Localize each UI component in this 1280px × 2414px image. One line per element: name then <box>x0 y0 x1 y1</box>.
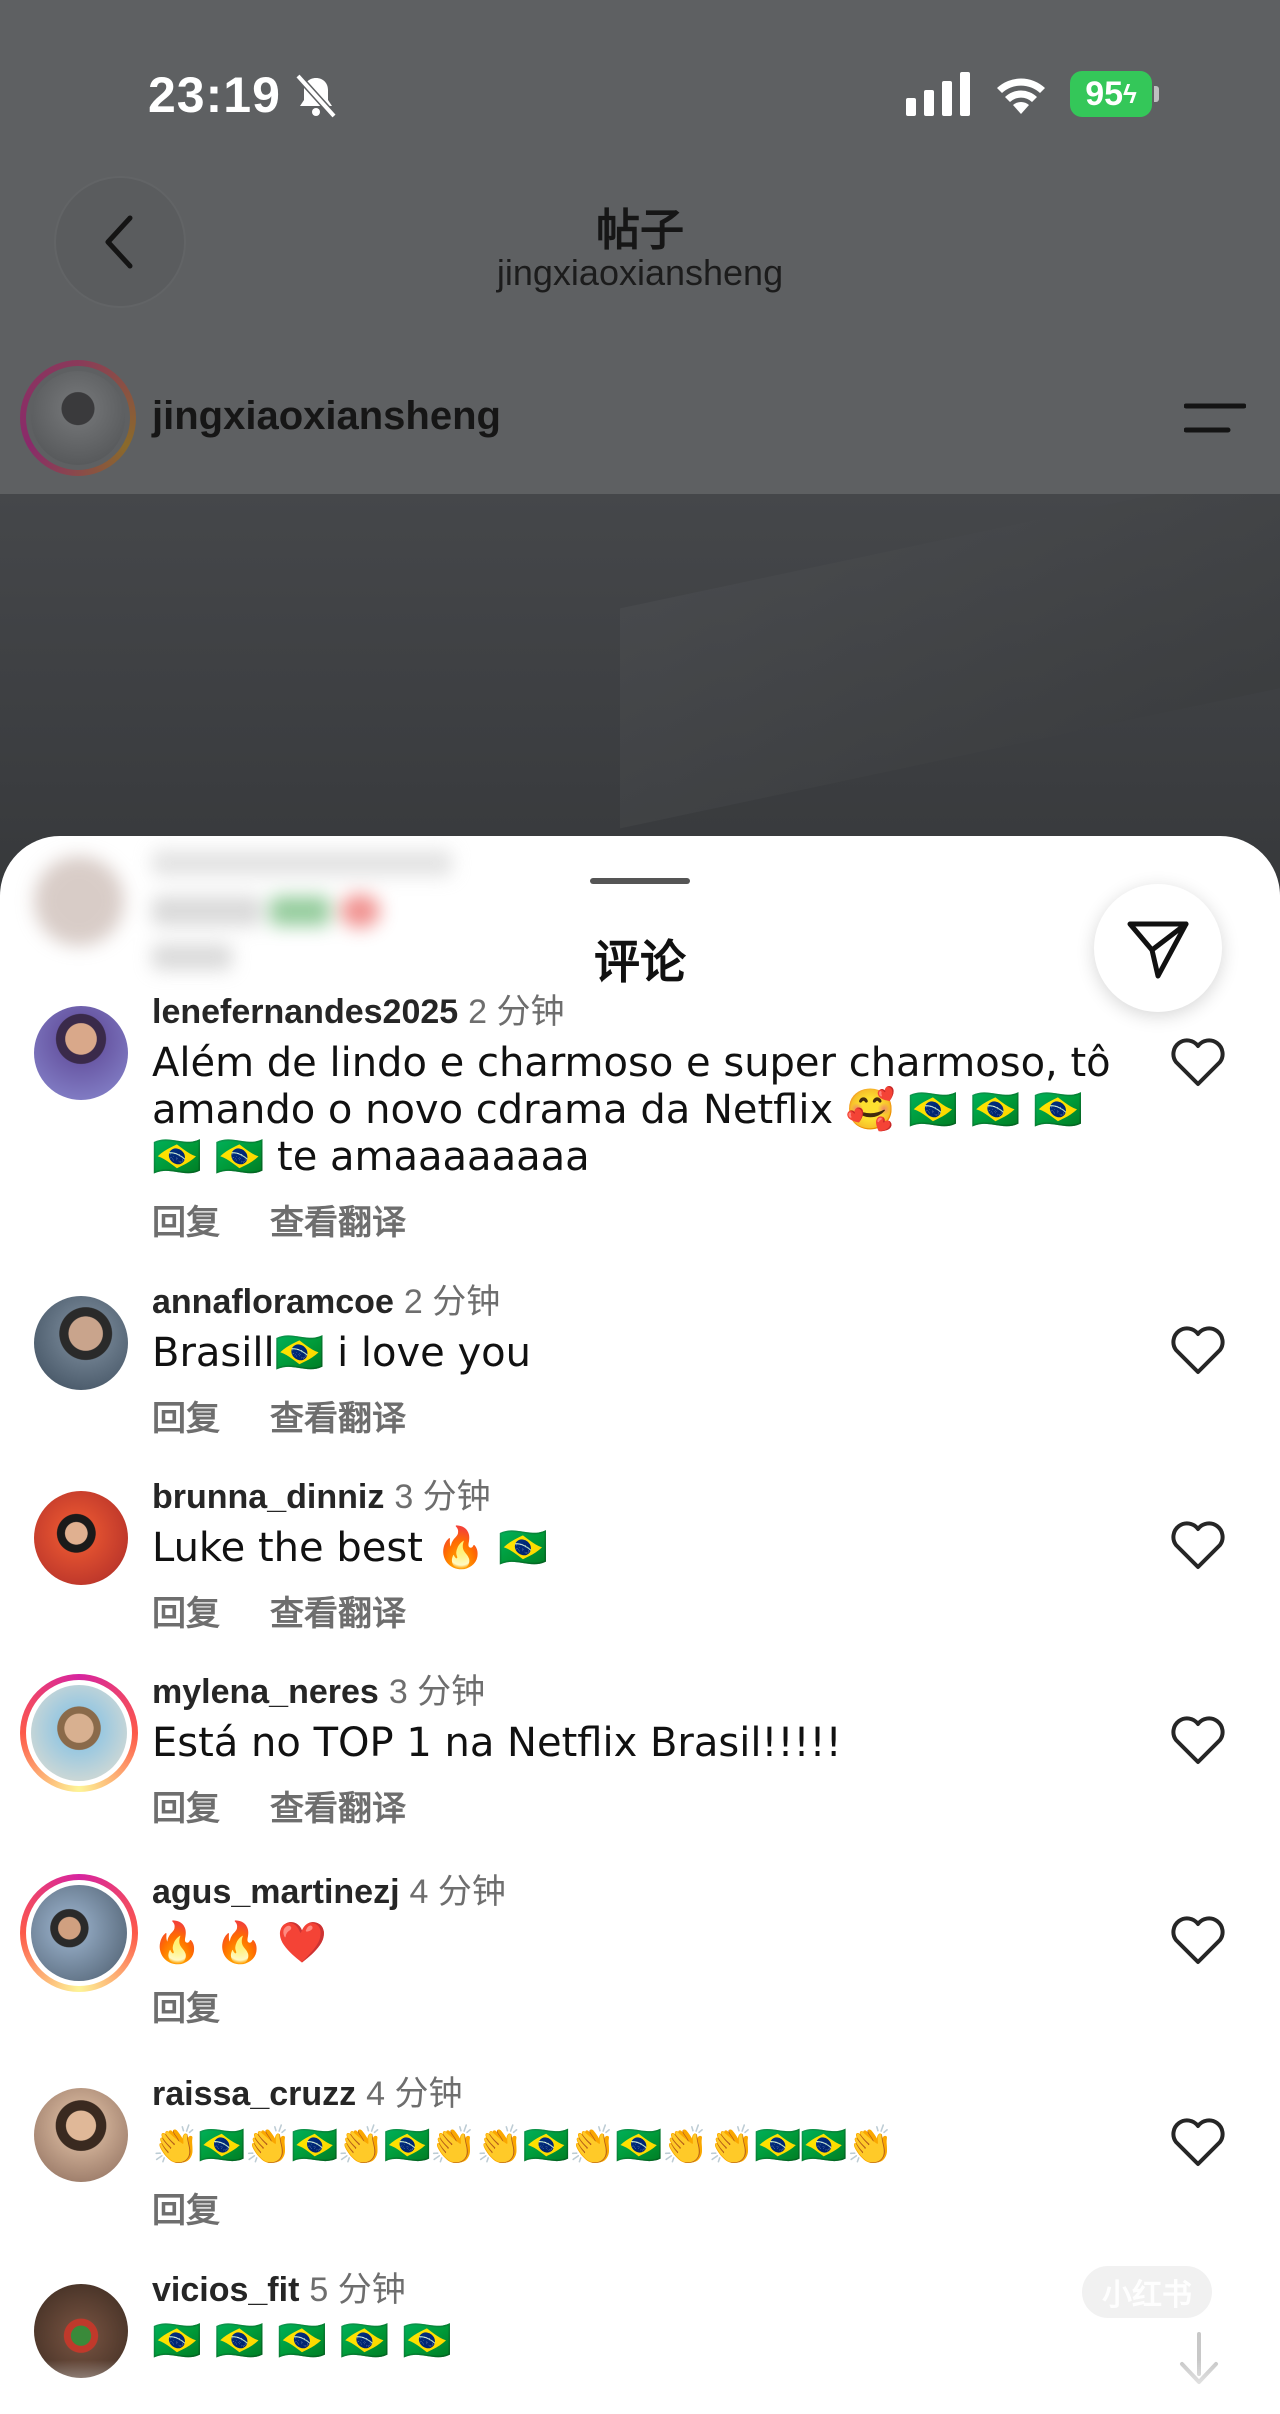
comment-text: Luke the best 🔥 🇧🇷 <box>152 1525 548 1571</box>
post-header: jingxiaoxiansheng <box>0 356 1280 476</box>
battery-level: 95 <box>1085 74 1124 113</box>
comment-username[interactable]: raissa_cruzz <box>152 2075 356 2113</box>
reply-button[interactable]: 回复 <box>152 1595 220 1633</box>
reply-button[interactable]: 回复 <box>152 1204 220 1242</box>
comment-text: Está no TOP 1 na Netflix Brasil!!!!! <box>152 1720 842 1766</box>
heart-icon[interactable] <box>1170 1521 1226 1571</box>
cellular-signal-icon <box>906 72 970 116</box>
commenter-avatar[interactable] <box>34 1296 128 1390</box>
translate-button[interactable]: 查看翻译 <box>270 1400 406 1438</box>
translate-button[interactable]: 查看翻译 <box>270 1595 406 1633</box>
bottom-fade <box>0 2360 1280 2414</box>
comment-text: 🇧🇷 🇧🇷 🇧🇷 🇧🇷 🇧🇷 <box>152 2318 452 2364</box>
paper-plane-icon <box>1127 921 1189 979</box>
status-bar: 23:19 95 ϟ <box>0 0 1280 180</box>
comment-text: Brasill🇧🇷 i love you <box>152 1330 532 1376</box>
reply-button[interactable]: 回复 <box>152 1400 220 1438</box>
comment-time: 4 分钟 <box>409 1873 506 1911</box>
heart-icon[interactable] <box>1170 1916 1226 1966</box>
share-button[interactable] <box>1094 884 1222 1012</box>
bell-slash-icon <box>295 73 337 119</box>
comment-text: Além de lindo e charmoso e super charmos… <box>152 1040 1111 1180</box>
comment-time: 5 分钟 <box>309 2271 406 2309</box>
commenter-avatar-story-ring[interactable] <box>20 1874 138 1992</box>
post-author-avatar[interactable] <box>20 360 136 476</box>
battery-indicator: 95 ϟ <box>1070 71 1159 117</box>
sheet-title: 评论 <box>594 936 686 988</box>
translate-button[interactable]: 查看翻译 <box>270 1790 406 1828</box>
comment-time: 2 分钟 <box>468 993 565 1031</box>
comment-time: 4 分钟 <box>366 2075 463 2113</box>
comment-username[interactable]: mylena_neres <box>152 1673 379 1711</box>
reply-button[interactable]: 回复 <box>152 1790 220 1828</box>
translate-button[interactable]: 查看翻译 <box>270 1204 406 1242</box>
post-author-username[interactable]: jingxiaoxiansheng <box>152 394 501 439</box>
comment-username[interactable]: lenefernandes2025 <box>152 993 458 1031</box>
page-title: 帖子 <box>596 206 684 255</box>
comment-time: 3 分钟 <box>394 1478 491 1516</box>
comment-username[interactable]: annafloramcoe <box>152 1283 394 1321</box>
wifi-icon <box>997 78 1045 114</box>
menu-icon[interactable] <box>1184 400 1246 436</box>
reply-button[interactable]: 回复 <box>152 1990 220 2028</box>
comment-username[interactable]: agus_martinezj <box>152 1873 400 1911</box>
comment-text: 🔥 🔥 ❤️ <box>152 1920 327 1966</box>
heart-icon[interactable] <box>1170 1038 1226 1088</box>
status-time: 23:19 <box>148 67 281 123</box>
heart-icon[interactable] <box>1170 1326 1226 1376</box>
top-nav: 帖子 jingxiaoxiansheng <box>0 170 1280 330</box>
comment-username[interactable]: brunna_dinniz <box>152 1478 384 1516</box>
comment-text: 👏🇧🇷👏🇧🇷👏🇧🇷👏👏🇧🇷👏🇧🇷👏👏🇧🇷🇧🇷👏 <box>152 2123 894 2167</box>
comment-time: 3 分钟 <box>388 1673 486 1711</box>
comments-sheet: 评论 lenefernandes2025 2 分钟 Além de lindo e… <box>0 836 1280 2414</box>
commenter-avatar[interactable] <box>34 2088 128 2182</box>
heart-icon[interactable] <box>1170 2118 1226 2168</box>
watermark: 小红书 <box>1082 2266 1212 2318</box>
comment-time: 2 分钟 <box>403 1283 501 1321</box>
comment-username[interactable]: vicios_fit <box>152 2271 299 2309</box>
commenter-avatar[interactable] <box>34 1006 128 1100</box>
sheet-drag-handle[interactable] <box>590 878 690 884</box>
charging-bolt-icon: ϟ <box>1123 78 1137 109</box>
page-subtitle: jingxiaoxiansheng <box>496 252 784 293</box>
commenter-avatar-story-ring[interactable] <box>20 1674 138 1792</box>
commenter-avatar[interactable] <box>34 1491 128 1585</box>
reply-button[interactable]: 回复 <box>152 2192 220 2230</box>
heart-icon[interactable] <box>1170 1716 1226 1766</box>
